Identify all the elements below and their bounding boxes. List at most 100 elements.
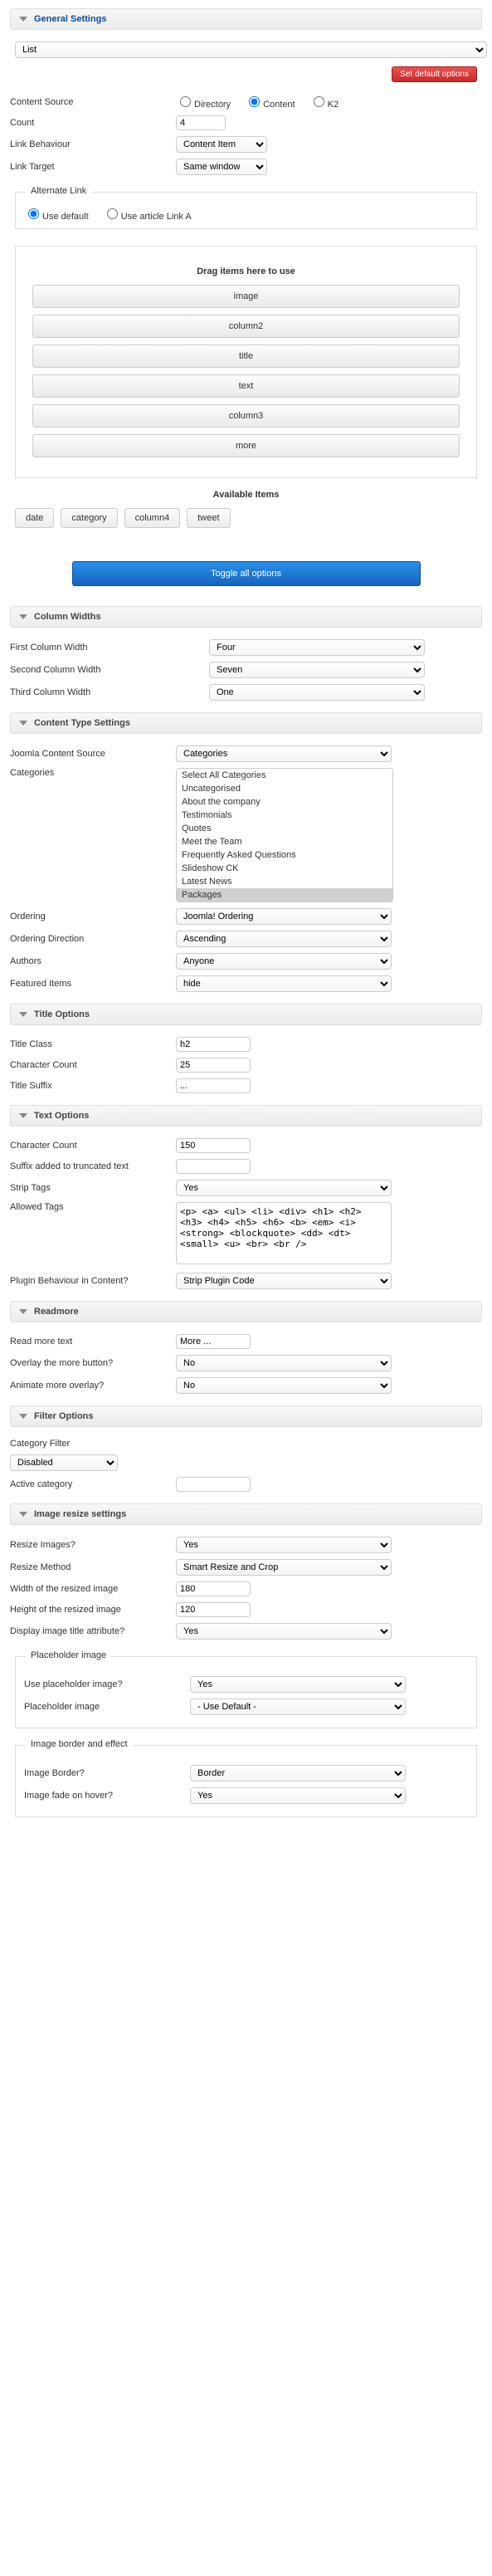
category-option[interactable]: Testimonials <box>177 809 392 822</box>
available-item[interactable]: date <box>15 508 54 528</box>
joomla-source-select[interactable]: Categories <box>176 745 392 762</box>
fieldset-alternate-link: Alternate Link <box>26 186 91 196</box>
section-general-settings[interactable]: General Settings <box>10 8 482 30</box>
radio-use-link-a[interactable]: Use article Link A <box>103 212 192 222</box>
category-option[interactable]: Quotes <box>177 822 392 835</box>
drag-item[interactable]: column3 <box>32 404 460 428</box>
section-title: Content Type Settings <box>34 718 130 728</box>
count-input[interactable] <box>176 115 226 130</box>
label-resize-method: Resize Method <box>10 1562 176 1572</box>
label-overlay-more: Overlay the more button? <box>10 1358 176 1368</box>
label-allowed-tags: Allowed Tags <box>10 1202 176 1212</box>
drag-items-header: Drag items here to use <box>24 266 468 276</box>
overlay-more-select[interactable]: No <box>176 1355 392 1371</box>
resize-method-select[interactable]: Smart Resize and Crop <box>176 1559 392 1576</box>
animate-overlay-select[interactable]: No <box>176 1377 392 1394</box>
drag-item[interactable]: column2 <box>32 315 460 338</box>
drag-item[interactable]: text <box>32 374 460 398</box>
authors-select[interactable]: Anyone <box>176 953 392 970</box>
active-category-input[interactable] <box>176 1477 251 1492</box>
radio-use-default[interactable]: Use default <box>24 212 89 222</box>
section-content-type[interactable]: Content Type Settings <box>10 712 482 734</box>
label-animate-overlay: Animate more overlay? <box>10 1381 176 1391</box>
section-title: Title Options <box>34 1009 90 1019</box>
image-fade-select[interactable]: Yes <box>190 1787 406 1804</box>
section-text-options[interactable]: Text Options <box>10 1105 482 1127</box>
radio-directory[interactable]: Directory <box>176 100 231 110</box>
featured-select[interactable]: hide <box>176 975 392 992</box>
label-categories: Categories <box>10 768 176 778</box>
label-resized-width: Width of the resized image <box>10 1584 176 1594</box>
section-title: Text Options <box>34 1111 89 1121</box>
section-filter-options[interactable]: Filter Options <box>10 1405 482 1427</box>
chevron-down-icon <box>19 1512 27 1517</box>
category-option[interactable]: Select All Categories <box>177 769 392 782</box>
section-column-widths[interactable]: Column Widths <box>10 606 482 628</box>
title-suffix-input[interactable] <box>176 1078 251 1093</box>
link-target-select[interactable]: Same window <box>176 159 267 175</box>
third-col-select[interactable]: One <box>209 684 425 701</box>
text-charcount-input[interactable] <box>176 1138 251 1153</box>
drag-item[interactable]: more <box>32 434 460 457</box>
label-resized-height: Height of the resized image <box>10 1605 176 1615</box>
available-items-header: Available Items <box>10 490 482 500</box>
drag-item[interactable]: image <box>32 285 460 308</box>
label-suffix-truncated: Suffix added to truncated text <box>10 1161 176 1171</box>
image-border-select[interactable]: Border <box>190 1765 406 1782</box>
chevron-down-icon <box>19 1113 27 1118</box>
section-title: Readmore <box>34 1307 79 1317</box>
plugin-behaviour-select[interactable]: Strip Plugin Code <box>176 1273 392 1289</box>
chevron-down-icon <box>19 17 27 22</box>
ordering-select[interactable]: Joomla! Ordering <box>176 908 392 925</box>
available-item[interactable]: column4 <box>124 508 181 528</box>
drag-item[interactable]: title <box>32 345 460 368</box>
use-placeholder-select[interactable]: Yes <box>190 1676 406 1693</box>
category-option[interactable]: Slideshow CK <box>177 862 392 875</box>
placeholder-image-select[interactable]: - Use Default - <box>190 1699 406 1715</box>
label-link-target: Link Target <box>10 162 176 172</box>
label-readmore-text: Read more text <box>10 1337 176 1347</box>
toggle-all-options-button[interactable]: Toggle all options <box>72 561 421 586</box>
resized-height-input[interactable] <box>176 1602 251 1617</box>
strip-tags-select[interactable]: Yes <box>176 1180 392 1196</box>
label-first-col: First Column Width <box>10 643 209 653</box>
label-title-class: Title Class <box>10 1039 176 1049</box>
suffix-truncated-input[interactable] <box>176 1159 251 1174</box>
section-image-resize[interactable]: Image resize settings <box>10 1503 482 1525</box>
category-option[interactable]: Frequently Asked Questions <box>177 848 392 862</box>
chevron-down-icon <box>19 1309 27 1314</box>
category-option[interactable]: About the company <box>177 795 392 809</box>
available-item[interactable]: category <box>61 508 117 528</box>
layout-select[interactable]: List <box>15 42 487 58</box>
category-option[interactable]: Meet the Team <box>177 835 392 848</box>
readmore-text-input[interactable] <box>176 1334 251 1349</box>
category-option[interactable]: Uncategorised <box>177 782 392 795</box>
radio-content[interactable]: Content <box>245 100 295 110</box>
radio-k2[interactable]: K2 <box>309 100 339 110</box>
section-title-options[interactable]: Title Options <box>10 1004 482 1025</box>
ordering-direction-select[interactable]: Ascending <box>176 931 392 947</box>
category-filter-select[interactable]: Disabled <box>10 1454 118 1471</box>
second-col-select[interactable]: Seven <box>209 662 425 678</box>
category-option[interactable]: Packages <box>177 888 392 902</box>
available-item[interactable]: tweet <box>187 508 230 528</box>
title-charcount-input[interactable] <box>176 1058 251 1073</box>
title-class-input[interactable] <box>176 1037 251 1052</box>
first-col-select[interactable]: Four <box>209 639 425 656</box>
categories-listbox[interactable]: Select All CategoriesUncategorisedAbout … <box>176 768 393 902</box>
label-third-col: Third Column Width <box>10 687 209 697</box>
label-title-charcount: Character Count <box>10 1060 176 1070</box>
resize-images-select[interactable]: Yes <box>176 1537 392 1553</box>
display-title-attr-select[interactable]: Yes <box>176 1623 392 1640</box>
category-option[interactable]: Latest News <box>177 875 392 888</box>
resized-width-input[interactable] <box>176 1581 251 1596</box>
label-joomla-source: Joomla Content Source <box>10 749 176 759</box>
section-title: Image resize settings <box>34 1509 126 1519</box>
label-second-col: Second Column Width <box>10 665 209 675</box>
label-content-source: Content Source <box>10 97 176 107</box>
label-title-suffix: Title Suffix <box>10 1081 176 1091</box>
set-default-button[interactable]: Set default options <box>392 66 477 82</box>
link-behaviour-select[interactable]: Content Item <box>176 136 267 153</box>
allowed-tags-textarea[interactable]: <p> <a> <ul> <li> <div> <h1> <h2> <h3> <… <box>176 1202 392 1264</box>
section-readmore[interactable]: Readmore <box>10 1301 482 1322</box>
